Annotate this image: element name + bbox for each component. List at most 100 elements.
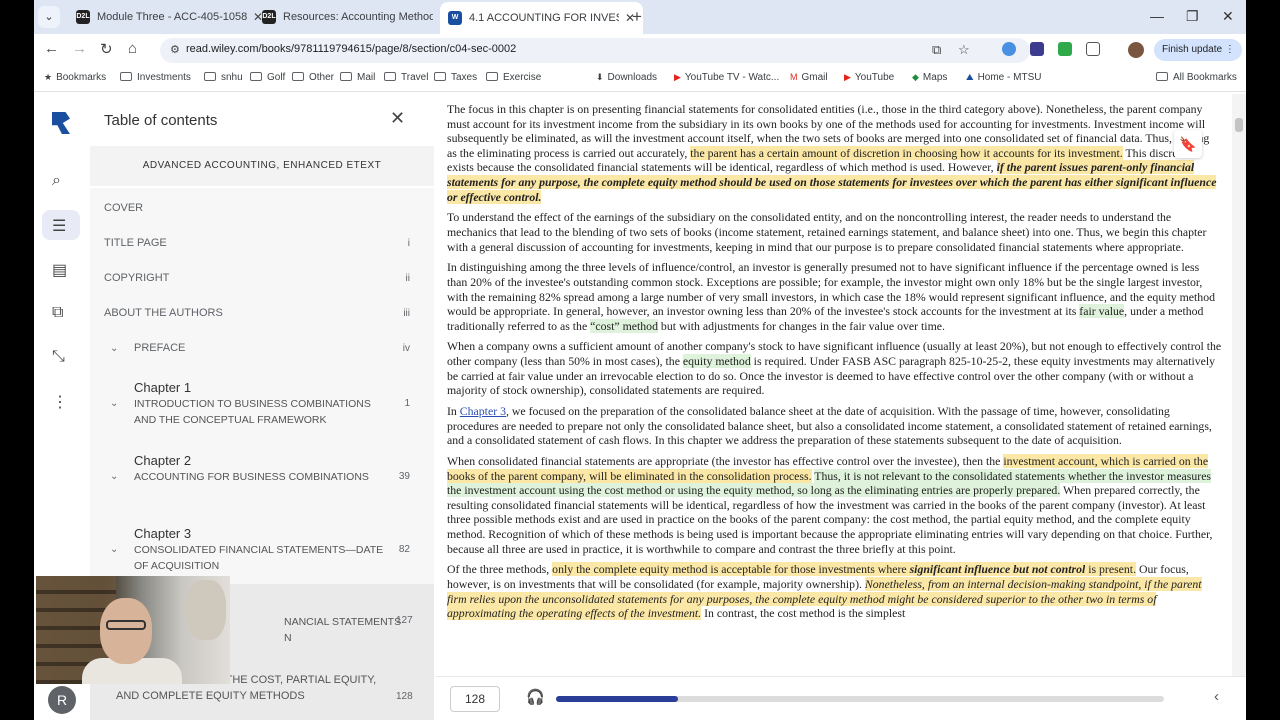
site-info-icon[interactable]: ⚙ — [170, 43, 180, 56]
bookmarks-icon[interactable]: ⧉ — [52, 304, 63, 322]
bookmark-mail[interactable]: Mail — [340, 72, 375, 83]
bookmark-maps[interactable]: ◆ Maps — [912, 72, 947, 83]
cloud-extension-icon[interactable] — [1002, 42, 1016, 56]
text-run: but with adjustments for changes in the … — [657, 318, 945, 333]
paragraph: Of the three methods, only the complete … — [447, 562, 1222, 621]
close-icon[interactable]: ✕ — [390, 108, 405, 129]
check-extension-icon[interactable] — [1058, 42, 1072, 56]
bookmark-golf[interactable]: Golf — [250, 72, 285, 83]
bookmark-snhu[interactable]: snhu — [204, 72, 243, 83]
more-vertical-icon[interactable]: ⋮ — [52, 392, 68, 412]
tab-search-icon[interactable]: ⌄ — [38, 6, 60, 28]
new-tab-icon[interactable]: + — [632, 7, 642, 27]
chevron-down-icon[interactable]: ⌄ — [110, 398, 118, 409]
toc-chapter-3-number[interactable]: Chapter 3 — [134, 526, 191, 541]
headphones-icon[interactable]: 🎧 — [526, 688, 545, 706]
user-avatar[interactable]: R — [48, 686, 76, 714]
toc-item-about-authors[interactable]: ABOUT THE AUTHORS — [104, 307, 223, 319]
bookmark-taxes[interactable]: Taxes — [434, 72, 477, 83]
chapter-link[interactable]: Chapter 3 — [460, 404, 506, 418]
toc-page: iii — [403, 308, 410, 319]
bookmark-home-mtsu[interactable]: ⛰ Home - MTSU — [966, 72, 1041, 83]
toc-chapter-3-name[interactable]: CONSOLIDATED FINANCIAL STATEMENTS—DATE O… — [134, 542, 384, 574]
reload-icon[interactable]: ↻ — [100, 40, 113, 58]
bookmark-label: Downloads — [607, 72, 658, 83]
bookmark-youtube-tv[interactable]: ▶ YouTube TV - Watc... — [674, 72, 779, 83]
toc-chapter-4-name-cont[interactable]: N — [284, 630, 404, 646]
calculator-extension-icon[interactable] — [1030, 42, 1044, 56]
toc-page: 82 — [398, 544, 410, 555]
toc-chapter-2-number[interactable]: Chapter 2 — [134, 453, 191, 468]
tab-resources[interactable]: D2L Resources: Accounting Method ✕ — [254, 4, 457, 30]
bookmark-youtube[interactable]: ▶ YouTube — [844, 72, 894, 83]
bookmarks-menu[interactable]: ★ Bookmarks — [44, 72, 106, 83]
bookmark-label: YouTube — [854, 72, 895, 83]
bookmark-downloads[interactable]: ⬇ Downloads — [596, 72, 657, 83]
raised-hand — [186, 580, 226, 640]
bookmark-travel[interactable]: Travel — [384, 72, 428, 83]
toc-chapter-1-number[interactable]: Chapter 1 — [134, 380, 191, 395]
restore-icon[interactable]: ❐ — [1186, 8, 1199, 25]
toc-page: iv — [402, 343, 410, 354]
all-bookmarks[interactable]: All Bookmarks — [1156, 72, 1237, 83]
bookmark-label: Taxes — [451, 72, 478, 83]
add-bookmark-icon[interactable]: 🔖 — [1174, 130, 1202, 158]
bookmark-exercise[interactable]: Exercise — [486, 72, 541, 83]
profile-avatar[interactable] — [1128, 42, 1144, 58]
folder-icon — [486, 72, 498, 81]
toc-item-copyright[interactable]: COPYRIGHT — [104, 272, 169, 284]
toc-page: ii — [405, 273, 410, 284]
minimize-icon[interactable]: — — [1150, 8, 1164, 24]
install-app-icon[interactable]: ⧉ — [932, 42, 941, 58]
bookmark-label: All Bookmarks — [1173, 72, 1237, 83]
highlighted-text: only the complete equity method is accep… — [552, 562, 910, 577]
toc-chapter-4-name[interactable]: NANCIAL STATEMENTS — [284, 614, 404, 630]
paragraph: In distinguishing among the three levels… — [447, 260, 1222, 333]
toc-item-cover[interactable]: COVER — [104, 202, 143, 214]
highlighted-text: fair value — [1079, 304, 1125, 319]
notes-icon[interactable]: ▤ — [52, 260, 67, 280]
home-icon[interactable]: ⌂ — [128, 40, 137, 57]
text-run: In contrast, the cost method is the simp… — [701, 606, 906, 621]
back-icon[interactable]: ← — [44, 40, 59, 57]
finish-update-button[interactable]: Finish update ⋮ — [1154, 39, 1242, 61]
toc-page: 128 — [396, 691, 413, 702]
bookmark-label: Home - MTSU — [977, 72, 1042, 83]
scroll-thumb[interactable] — [1235, 118, 1243, 132]
toc-chapter-1-name[interactable]: INTRODUCTION TO BUSINESS COMBINATIONS AN… — [134, 396, 384, 428]
tab-accounting-investments[interactable]: W 4.1 ACCOUNTING FOR INVESTM ✕ — [440, 2, 644, 34]
tab-module-three[interactable]: D2L Module Three - ACC-405-1058 ✕ — [68, 4, 271, 30]
toc-item-preface[interactable]: PREFACE — [134, 342, 185, 354]
chevron-down-icon[interactable]: ⌄ — [110, 343, 118, 354]
previous-page-icon[interactable]: ‹ — [1214, 688, 1219, 705]
bookmark-label: YouTube TV - Watc... — [684, 72, 780, 83]
page-number-input[interactable]: 128 — [450, 686, 500, 712]
close-window-icon[interactable]: ✕ — [1222, 8, 1234, 25]
bookmark-gmail[interactable]: M Gmail — [790, 72, 828, 83]
bookmark-star-icon[interactable]: ☆ — [958, 42, 970, 58]
toc-item-title-page[interactable]: TITLE PAGE — [104, 237, 167, 249]
search-icon[interactable]: ⌕ — [52, 172, 61, 190]
reading-progress-bar[interactable] — [556, 696, 1164, 702]
d2l-favicon-icon: D2L — [262, 10, 276, 24]
bookmark-other[interactable]: Other — [292, 72, 334, 83]
bookmark-label: Exercise — [503, 72, 542, 83]
highlighted-text: “cost” method — [590, 318, 658, 333]
chevron-down-icon[interactable]: ⌄ — [110, 544, 118, 555]
toc-list-icon[interactable]: ☰ — [52, 216, 66, 236]
paragraph: When consolidated financial statements a… — [447, 454, 1222, 556]
bookmark-label: Mail — [357, 72, 376, 83]
expand-icon[interactable]: ⤡ — [52, 348, 65, 366]
reader-scrollbar[interactable] — [1232, 94, 1246, 676]
bookmarks-bar: ★ Bookmarks Investments snhu Golf Other M… — [34, 66, 1246, 92]
address-bar[interactable]: ⚙ read.wiley.com/books/9781119794615/pag… — [160, 38, 1030, 63]
folder-icon — [384, 72, 396, 81]
toc-chapter-2-name[interactable]: ACCOUNTING FOR BUSINESS COMBINATIONS — [134, 469, 384, 485]
chevron-down-icon[interactable]: ⌄ — [110, 471, 118, 482]
forward-icon[interactable]: → — [72, 40, 87, 57]
text-run: In — [447, 404, 460, 419]
bookmark-investments[interactable]: Investments — [120, 72, 191, 83]
toc-heading: Table of contents — [104, 112, 218, 129]
extensions-puzzle-icon[interactable] — [1086, 42, 1100, 56]
wiley-logo-icon[interactable] — [52, 112, 70, 134]
